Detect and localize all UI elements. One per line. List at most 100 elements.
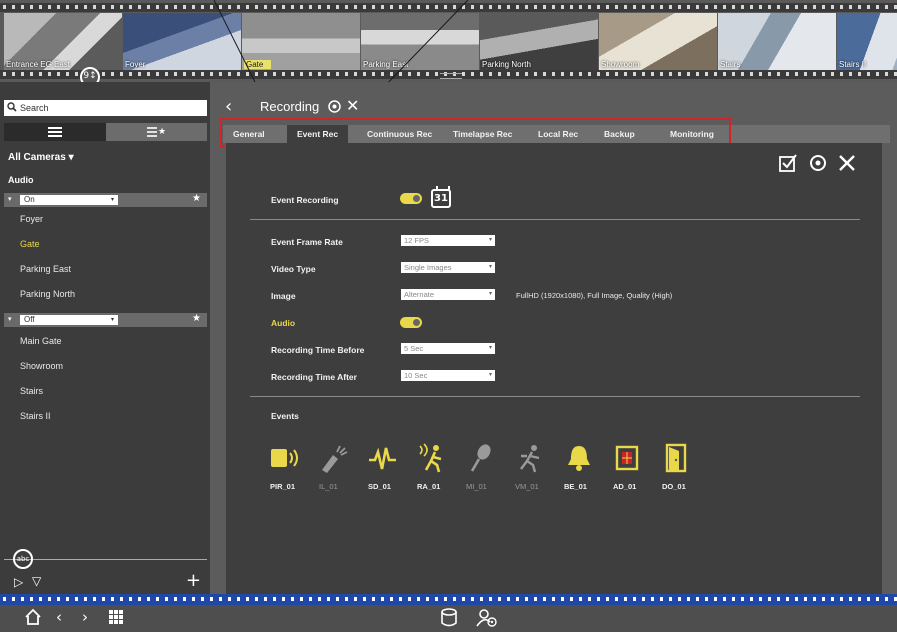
- group-off-select[interactable]: Off ▾: [20, 315, 118, 325]
- tab-camera-list[interactable]: [4, 123, 106, 141]
- sidebar-tabs: ★: [4, 123, 207, 141]
- event-pir[interactable]: PIR_01: [270, 443, 319, 491]
- favorites-list-icon: ★: [147, 127, 165, 137]
- user-settings-icon[interactable]: [476, 608, 498, 628]
- video-motion-icon: [520, 445, 540, 473]
- event-sd[interactable]: SD_01: [368, 443, 417, 491]
- event-rec-panel: Event Recording 31 Event Frame Rate 12 F…: [226, 143, 882, 594]
- gear-icon[interactable]: [808, 153, 828, 173]
- database-icon[interactable]: [440, 608, 458, 628]
- collapse-triangle-icon[interactable]: ▾: [8, 195, 12, 203]
- search-input[interactable]: Search: [4, 100, 207, 116]
- rec-time-after-select[interactable]: 10 Sec ▾: [401, 370, 495, 381]
- previous-chevron-icon[interactable]: ‹: [56, 608, 62, 626]
- sidebar-item-stairs[interactable]: Stairs: [20, 386, 43, 396]
- video-type-select[interactable]: Single Images ▾: [401, 262, 495, 273]
- chevron-down-icon: ▾: [110, 317, 114, 323]
- gear-icon[interactable]: [327, 99, 342, 114]
- bottom-toolbar: ‹ ›: [0, 605, 897, 632]
- play-icon[interactable]: ▷: [14, 575, 23, 589]
- event-ad[interactable]: AD_01: [613, 443, 662, 491]
- group-off-row: ▾ Off ▾ ★: [4, 313, 207, 327]
- chevron-down-icon: ▾: [488, 237, 492, 243]
- event-frame-rate-label: Event Frame Rate: [271, 237, 343, 247]
- event-be[interactable]: BE_01: [564, 443, 613, 491]
- group-on-row: ▾ On ▾ ★: [4, 193, 207, 207]
- search-placeholder: Search: [20, 103, 49, 113]
- event-recording-label: Event Recording: [271, 195, 339, 205]
- event-name: AD_01: [613, 482, 637, 491]
- add-icon[interactable]: +: [186, 571, 201, 591]
- search-icon: [7, 102, 17, 112]
- dialog-titlebar: ‹ Recording ✕: [210, 96, 897, 120]
- abc-toggle-button[interactable]: abc: [13, 549, 33, 569]
- star-icon[interactable]: ★: [192, 313, 201, 324]
- sound-detection-icon: [369, 447, 396, 470]
- rec-time-after-value: 10 Sec: [404, 371, 428, 380]
- chevron-down-icon: ▾: [488, 345, 492, 351]
- door-icon: [665, 443, 687, 473]
- event-name: IL_01: [319, 482, 338, 491]
- event-frame-rate-select[interactable]: 12 FPS ▾: [401, 235, 495, 246]
- calendar-icon[interactable]: 31: [431, 186, 451, 208]
- event-ra[interactable]: RA_01: [417, 443, 466, 491]
- back-chevron-icon[interactable]: ‹: [225, 96, 232, 118]
- pir-sensor-icon: [271, 449, 298, 467]
- grid-layout-icon[interactable]: [108, 608, 126, 626]
- event-frame-rate-value: 12 FPS: [404, 236, 430, 245]
- sidebar-item-foyer[interactable]: Foyer: [20, 214, 43, 224]
- event-mi[interactable]: MI_01: [466, 443, 515, 491]
- main-area: ‹ Recording ✕ General Event Rec Continuo…: [210, 82, 897, 594]
- sidebar-item-parking-east[interactable]: Parking East: [20, 264, 71, 274]
- event-do[interactable]: DO_01: [662, 443, 711, 491]
- divider: [4, 559, 207, 560]
- star-icon[interactable]: ★: [192, 193, 201, 204]
- list-icon: [47, 127, 62, 137]
- chevron-down-icon: ▾: [110, 197, 114, 203]
- tab-favorites[interactable]: ★: [105, 123, 207, 141]
- audio-label: Audio: [271, 318, 296, 328]
- next-chevron-icon[interactable]: ›: [82, 608, 88, 626]
- event-name: PIR_01: [270, 482, 296, 491]
- calendar-day: 31: [434, 193, 448, 204]
- bottom-filmstrip-perforation: [0, 594, 897, 605]
- home-icon[interactable]: [24, 608, 42, 626]
- all-cameras-dropdown[interactable]: All Cameras ▾: [8, 152, 74, 163]
- sidebar-item-main-gate[interactable]: Main Gate: [20, 336, 62, 346]
- audio-toggle[interactable]: [400, 317, 422, 328]
- sidebar-bottom-toolbar: ▷ ▽ +: [4, 571, 207, 593]
- collapse-triangle-icon[interactable]: ▾: [8, 315, 12, 323]
- sidebar-item-showroom[interactable]: Showroom: [20, 361, 63, 371]
- radar-motion-icon: [419, 443, 442, 473]
- event-name: BE_01: [564, 482, 587, 491]
- event-name: DO_01: [662, 482, 686, 491]
- events-label: Events: [271, 411, 299, 421]
- audio-detection-icon: [615, 445, 639, 471]
- chevron-down-icon: ▾: [488, 264, 492, 270]
- rec-time-before-label: Recording Time Before: [271, 345, 365, 355]
- group-off-value: Off: [24, 315, 35, 324]
- video-type-value: Single Images: [404, 263, 452, 272]
- event-recording-toggle[interactable]: [400, 193, 422, 204]
- rec-time-after-label: Recording Time After: [271, 372, 357, 382]
- events-list: PIR_01 IL_01 SD_01 RA_01 MI_01 VM_01 BE_…: [270, 443, 711, 491]
- close-icon[interactable]: ✕: [346, 96, 359, 115]
- close-icon[interactable]: [838, 154, 856, 172]
- sidebar-item-stairs-ii[interactable]: Stairs II: [20, 411, 51, 421]
- microphone-icon: [470, 444, 491, 472]
- filter-icon[interactable]: ▽: [32, 574, 41, 588]
- divider: [250, 396, 860, 397]
- video-type-label: Video Type: [271, 264, 316, 274]
- rec-time-before-select[interactable]: 5 Sec ▾: [401, 343, 495, 354]
- event-name: RA_01: [417, 482, 441, 491]
- image-select[interactable]: Alternate ▾: [401, 289, 495, 300]
- illumination-icon: [322, 445, 348, 473]
- group-on-select[interactable]: On ▾: [20, 195, 118, 205]
- camera-sidebar: Search ★ All Cameras ▾ Audio ▾ On ▾ ★ Foy…: [0, 82, 210, 594]
- event-vm[interactable]: VM_01: [515, 443, 564, 491]
- sidebar-item-parking-north[interactable]: Parking North: [20, 289, 75, 299]
- sidebar-item-gate[interactable]: Gate: [20, 239, 40, 249]
- checkbox-apply-icon[interactable]: [778, 153, 798, 173]
- event-il[interactable]: IL_01: [319, 443, 368, 491]
- chevron-down-icon: ▾: [488, 372, 492, 378]
